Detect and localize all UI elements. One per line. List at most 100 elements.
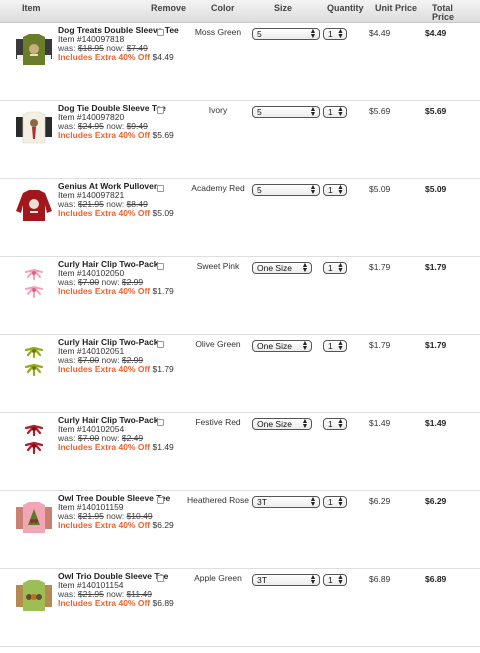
total-price: $1.79	[425, 262, 447, 272]
size-select[interactable]: One Size ▲ ▼	[252, 340, 312, 352]
cart-row: Genius At Work Pullover Item #140097821 …	[0, 179, 480, 257]
header-quantity: Quantity	[327, 3, 364, 13]
total-price: $6.89	[425, 574, 447, 584]
remove-checkbox[interactable]	[157, 185, 164, 192]
pink-owl-tee-thumbnail[interactable]	[16, 501, 52, 535]
promo-line: Includes Extra 40% Off $1.79	[58, 287, 188, 296]
promo-text: Includes Extra 40% Off	[58, 520, 151, 530]
quantity-select[interactable]: 1 ▲ ▼	[323, 184, 347, 196]
red-pullover-thumbnail[interactable]	[16, 189, 52, 223]
unit-price: $6.29	[369, 496, 391, 506]
green-owl-tee-thumbnail[interactable]	[16, 579, 52, 613]
red-hair-clip-thumbnail[interactable]	[16, 423, 52, 457]
remove-checkbox[interactable]	[157, 419, 164, 426]
select-arrows-icon: ▲ ▼	[309, 184, 317, 196]
quantity-select[interactable]: 1 ▲ ▼	[323, 28, 347, 40]
promo-price: $6.29	[152, 520, 174, 530]
select-arrows-icon: ▲ ▼	[301, 340, 309, 352]
header-color: Color	[211, 3, 235, 13]
remove-checkbox[interactable]	[157, 263, 164, 270]
item-color: Moss Green	[194, 27, 242, 37]
size-value: 5	[257, 29, 262, 39]
shopping-cart-page: Item Remove Color Size Quantity Unit Pri…	[0, 0, 480, 653]
cart-row: Dog Treats Double Sleeve Tee Item #14009…	[0, 23, 480, 101]
quantity-select[interactable]: 1 ▲ ▼	[323, 340, 347, 352]
remove-checkbox[interactable]	[157, 497, 164, 504]
cart-row: Curly Hair Clip Two-Pack Item #140102051…	[0, 335, 480, 413]
cart-row: Curly Hair Clip Two-Pack Item #140102054…	[0, 413, 480, 491]
size-select[interactable]: One Size ▲ ▼	[252, 418, 312, 430]
size-select[interactable]: 3T ▲ ▼	[252, 496, 320, 508]
size-select[interactable]: 5 ▲ ▼	[252, 28, 320, 40]
ivory-tee-thumbnail[interactable]	[16, 111, 52, 145]
unit-price: $4.49	[369, 28, 391, 38]
select-arrows-icon: ▲ ▼	[301, 418, 309, 430]
item-info: Dog Treats Double Sleeve Tee Item #14009…	[58, 26, 188, 62]
item-color: Olive Green	[195, 339, 241, 349]
item-info: Curly Hair Clip Two-Pack Item #140102050…	[58, 260, 188, 296]
promo-text: Includes Extra 40% Off	[58, 52, 151, 62]
promo-line: Includes Extra 40% Off $6.29	[58, 521, 188, 530]
size-select[interactable]: 5 ▲ ▼	[252, 106, 320, 118]
promo-line: Includes Extra 40% Off $5.09	[58, 209, 188, 218]
header-item: Item	[22, 3, 41, 13]
promo-price: $1.49	[152, 442, 174, 452]
remove-checkbox[interactable]	[157, 341, 164, 348]
olive-hair-clip-thumbnail[interactable]	[16, 345, 52, 379]
quantity-value: 1	[328, 575, 333, 585]
promo-text: Includes Extra 40% Off	[58, 442, 151, 452]
remove-checkbox[interactable]	[157, 107, 164, 114]
total-price: $5.09	[425, 184, 447, 194]
promo-text: Includes Extra 40% Off	[58, 286, 151, 296]
total-price: $1.49	[425, 418, 447, 428]
unit-price: $1.79	[369, 262, 391, 272]
remove-checkbox[interactable]	[157, 575, 164, 582]
size-value: One Size	[257, 419, 292, 429]
quantity-value: 1	[328, 419, 333, 429]
item-color: Academy Red	[191, 183, 245, 193]
promo-line: Includes Extra 40% Off $4.49	[58, 53, 188, 62]
size-value: 3T	[257, 497, 267, 507]
select-arrows-icon: ▲ ▼	[309, 28, 317, 40]
cart-row: Curly Hair Clip Two-Pack Item #140102050…	[0, 257, 480, 335]
cart-row: Owl Tree Double Sleeve Tee Item #1401011…	[0, 491, 480, 569]
size-value: 5	[257, 185, 262, 195]
select-arrows-icon: ▲ ▼	[337, 418, 344, 430]
item-info: Owl Trio Double Sleeve Tee Item #1401011…	[58, 572, 188, 608]
select-arrows-icon: ▲ ▼	[301, 262, 309, 274]
size-select[interactable]: One Size ▲ ▼	[252, 262, 312, 274]
select-arrows-icon: ▲ ▼	[309, 574, 317, 586]
quantity-select[interactable]: 1 ▲ ▼	[323, 106, 347, 118]
item-color: Festive Red	[195, 417, 241, 427]
promo-price: $1.79	[152, 364, 174, 374]
unit-price: $1.79	[369, 340, 391, 350]
remove-checkbox[interactable]	[157, 29, 164, 36]
quantity-select[interactable]: 1 ▲ ▼	[323, 574, 347, 586]
promo-price: $4.49	[152, 52, 174, 62]
select-arrows-icon: ▲ ▼	[337, 574, 344, 586]
pink-hair-clip-thumbnail[interactable]	[16, 267, 52, 301]
select-arrows-icon: ▲ ▼	[309, 496, 317, 508]
item-info: Dog Tie Double Sleeve Tee Item #14009782…	[58, 104, 188, 140]
quantity-value: 1	[328, 185, 333, 195]
quantity-select[interactable]: 1 ▲ ▼	[323, 262, 347, 274]
quantity-select[interactable]: 1 ▲ ▼	[323, 496, 347, 508]
item-color: Sweet Pink	[196, 261, 240, 271]
unit-price: $5.69	[369, 106, 391, 116]
size-select[interactable]: 5 ▲ ▼	[252, 184, 320, 196]
promo-price: $1.79	[152, 286, 174, 296]
green-tee-thumbnail[interactable]	[16, 33, 52, 67]
item-info: Owl Tree Double Sleeve Tee Item #1401011…	[58, 494, 188, 530]
promo-line: Includes Extra 40% Off $1.49	[58, 443, 188, 452]
quantity-select[interactable]: 1 ▲ ▼	[323, 418, 347, 430]
select-arrows-icon: ▲ ▼	[337, 262, 344, 274]
promo-line: Includes Extra 40% Off $5.69	[58, 131, 188, 140]
quantity-value: 1	[328, 107, 333, 117]
size-select[interactable]: 3T ▲ ▼	[252, 574, 320, 586]
unit-price: $5.09	[369, 184, 391, 194]
unit-price: $1.49	[369, 418, 391, 428]
promo-price: $5.69	[152, 130, 174, 140]
total-price: $5.69	[425, 106, 447, 116]
select-arrows-icon: ▲ ▼	[337, 28, 344, 40]
total-price: $4.49	[425, 28, 447, 38]
